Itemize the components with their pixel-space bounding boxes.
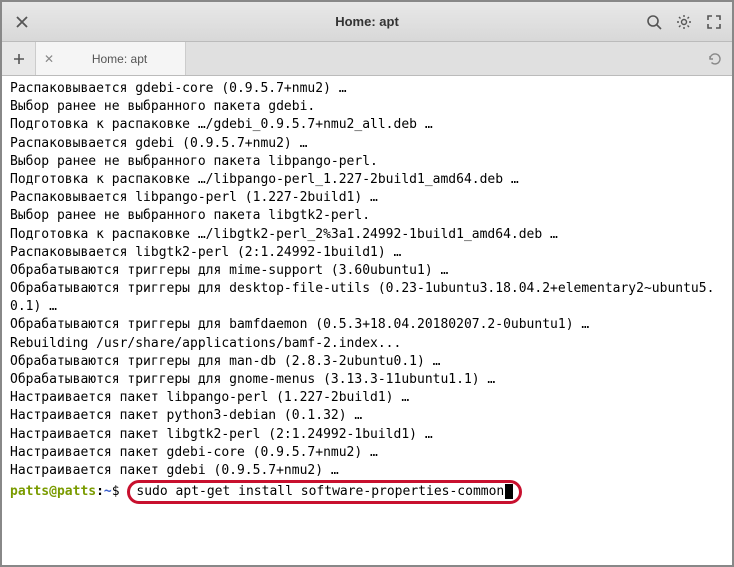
terminal-line: Подготовка к распаковке …/libpango-perl_… [10,171,724,189]
terminal-line: Настраивается пакет libpango-perl (1.227… [10,389,724,407]
titlebar: Home: apt [2,2,732,42]
search-icon[interactable] [644,12,664,32]
cursor [505,484,513,499]
terminal-line: Обрабатываются триггеры для gnome-menus … [10,371,724,389]
tab-home-apt[interactable]: ✕ Home: apt [36,42,186,75]
new-tab-button[interactable] [2,42,36,75]
terminal-line: Подготовка к распаковке …/gdebi_0.9.5.7+… [10,116,724,134]
terminal-line: Распаковывается gdebi (0.9.5.7+nmu2) … [10,135,724,153]
terminal-line: Выбор ранее не выбранного пакета libpang… [10,153,724,171]
terminal-line: Выбор ранее не выбранного пакета libgtk2… [10,207,724,225]
terminal-line: Распаковывается libpango-perl (1.227-2bu… [10,189,724,207]
terminal-line: Настраивается пакет libgtk2-perl (2:1.24… [10,426,724,444]
tabbar: ✕ Home: apt [2,42,732,76]
prompt-path: ~ [104,484,112,499]
close-icon[interactable] [10,10,34,34]
tab-close-icon[interactable]: ✕ [44,52,54,66]
window-title: Home: apt [335,14,399,29]
terminal-line: Настраивается пакет gdebi (0.9.5.7+nmu2)… [10,462,724,480]
terminal-line: Обрабатываются триггеры для man-db (2.8.… [10,353,724,371]
terminal-line: Обрабатываются триггеры для desktop-file… [10,280,724,316]
terminal-line: Настраивается пакет python3-debian (0.1.… [10,407,724,425]
history-icon[interactable] [698,42,732,75]
terminal-line: Настраивается пакет gdebi-core (0.9.5.7+… [10,444,724,462]
terminal-line: Обрабатываются триггеры для mime-support… [10,262,724,280]
terminal-output[interactable]: Распаковывается gdebi-core (0.9.5.7+nmu2… [2,76,732,508]
terminal-line: Rebuilding /usr/share/applications/bamf-… [10,335,724,353]
terminal-prompt-line: patts@patts:~$ sudo apt-get install soft… [10,480,724,504]
prompt-user: patts@patts [10,484,96,499]
terminal-line: Распаковывается libgtk2-perl (2:1.24992-… [10,244,724,262]
maximize-icon[interactable] [704,12,724,32]
terminal-line: Выбор ранее не выбранного пакета gdebi. [10,98,724,116]
terminal-line: Распаковывается gdebi-core (0.9.5.7+nmu2… [10,80,724,98]
terminal-line: Подготовка к распаковке …/libgtk2-perl_2… [10,226,724,244]
command-highlight: sudo apt-get install software-properties… [127,480,522,504]
terminal-line: Обрабатываются триггеры для bamfdaemon (… [10,316,724,334]
tab-title: Home: apt [62,52,177,66]
gear-icon[interactable] [674,12,694,32]
